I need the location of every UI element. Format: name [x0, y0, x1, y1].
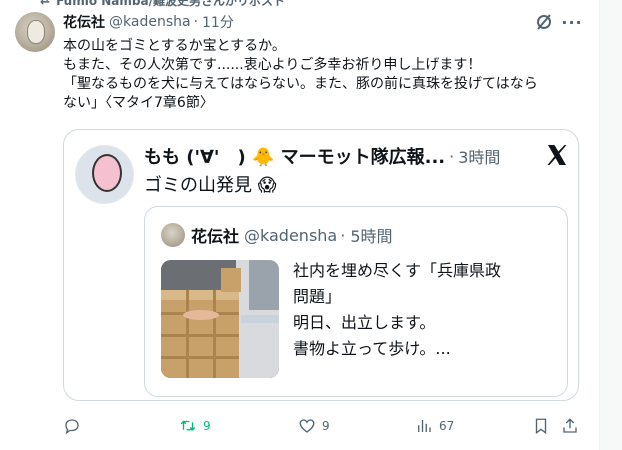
views-count: 67: [439, 419, 455, 433]
reply-icon: [65, 419, 79, 435]
author-handle[interactable]: @kadensha: [109, 14, 191, 30]
nested-tweet-line: 明日、出立します。: [293, 313, 436, 332]
share-icon: [563, 418, 577, 433]
like-button[interactable]: 9: [298, 414, 330, 438]
repost-context: ⇄ Fumio Namba/難波史男さんがリポスト: [40, 0, 285, 8]
nested-tweet-photo[interactable]: [161, 260, 279, 378]
more-options-icon[interactable]: ···: [561, 12, 582, 32]
separator-dot: ·: [449, 146, 455, 166]
nested-author-handle[interactable]: @kadensha: [244, 226, 337, 245]
reply-button[interactable]: [63, 414, 87, 438]
author-avatar[interactable]: [15, 12, 55, 52]
separator-dot: ·: [340, 225, 346, 245]
nested-tweet-line: 社内を埋め尽くす「兵庫県政: [293, 261, 502, 280]
bookmark-icon: [535, 418, 547, 435]
grok-icon[interactable]: [534, 12, 554, 32]
author-name[interactable]: 花伝社: [63, 12, 105, 32]
retweet-icon: [180, 420, 196, 431]
right-scroll-area: [599, 0, 622, 450]
tweet-line: もまた、その人次第です......衷心よりご多幸お祈り申し上げます！: [63, 57, 482, 73]
quoted-author-avatar[interactable]: [75, 145, 134, 204]
nested-tweet-line: 書物よ立って歩け。...: [293, 339, 451, 358]
repost-label: Fumio Namba/難波史男さんがリポスト: [56, 0, 285, 8]
views-button[interactable]: 67: [415, 414, 454, 438]
nested-tweet-time[interactable]: 5時間: [350, 223, 392, 247]
tweet-time[interactable]: 11分: [202, 12, 234, 32]
quoted-tweet-text: ゴミの山発見 😱: [144, 175, 277, 196]
nested-tweet-text: 社内を埋め尽くす「兵庫県政 問題」 明日、出立します。 書物よ立って歩け。...: [293, 258, 501, 362]
repost-icon: ⇄: [40, 0, 51, 7]
nested-quoted-tweet[interactable]: 花伝社 @kadensha · 5時間 社内を埋め尽くす「兵庫県政 問題」 明日…: [144, 206, 568, 397]
bookmark-button[interactable]: [532, 414, 550, 438]
tweet-line: 本の山をゴミとするか宝とするか。: [63, 38, 286, 54]
nested-tweet-header: 花伝社 @kadensha · 5時間: [191, 223, 393, 247]
tweet-action-bar: 9 9 67: [63, 414, 588, 438]
tweet-header: 花伝社 @kadensha · 11分: [63, 12, 234, 32]
tweet-line: ない」〈マタイ7章6節〉: [63, 95, 214, 111]
nested-tweet-line: 問題」: [293, 287, 342, 306]
heart-icon: [299, 419, 315, 433]
quoted-tweet-time[interactable]: 3時間: [458, 144, 500, 168]
quoted-tweet-card[interactable]: もも ('∀' ) 🐥 マーモット隊広報... · 3時間 ゴミの山発見 😱 花…: [63, 129, 579, 401]
quoted-author-name[interactable]: もも ('∀' ) 🐥 マーモット隊広報...: [144, 143, 445, 169]
share-button[interactable]: [561, 414, 579, 438]
retweet-count: 9: [203, 419, 211, 433]
like-count: 9: [322, 419, 330, 433]
nested-author-name[interactable]: 花伝社: [191, 223, 239, 247]
tweet-body: 本の山をゴミとするか宝とするか。 もまた、その人次第です......衷心よりご多…: [63, 37, 588, 113]
x-logo-icon[interactable]: [545, 143, 569, 167]
nested-author-avatar[interactable]: [161, 223, 185, 247]
separator-dot: ·: [193, 14, 199, 30]
quoted-tweet-header: もも ('∀' ) 🐥 マーモット隊広報... · 3時間: [144, 143, 500, 169]
views-icon: [418, 420, 431, 432]
retweet-button[interactable]: 9: [179, 414, 211, 438]
tweet-line: 「聖なるものを犬に与えてはならない。また、豚の前に真珠を投げてはなら: [63, 76, 538, 92]
